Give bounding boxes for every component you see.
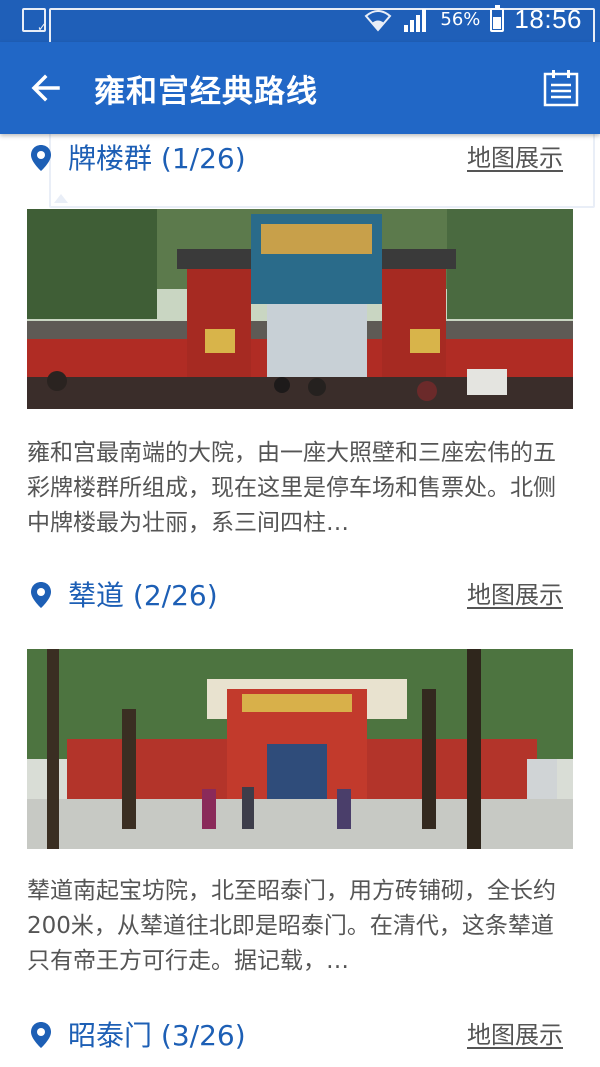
list-item[interactable]: 昭泰门 (3/26) 地图展示: [0, 1011, 600, 1067]
list-item[interactable]: 辇道 (2/26) 地图展示 辇道南起宝坊院，北至昭泰门，用方砖铺砌，全长约20…: [0, 571, 600, 991]
spot-header: 牌楼群 (1/26) 地图展示: [0, 134, 600, 182]
battery-icon: [490, 4, 505, 32]
spot-title[interactable]: 辇道 (2/26): [68, 574, 218, 614]
spot-description: 辇道南起宝坊院，北至昭泰门，用方砖铺砌，全长约200米，从辇道往北即是昭泰门。在…: [27, 878, 556, 974]
status-bar: 56% 18:56: [0, 0, 600, 208]
back-button[interactable]: [26, 68, 66, 108]
spot-title[interactable]: 牌楼群 (1/26): [68, 137, 246, 177]
location-pin-icon: [31, 1022, 51, 1048]
path-photo: [27, 649, 573, 849]
spot-description: 雍和宫最南端的大院，由一座大照壁和三座宏伟的五彩牌楼群所组成，现在这里是停车场和…: [27, 440, 556, 536]
list-item[interactable]: 牌楼群 (1/26) 地图展示 雍和宫最南端的大院，由一座大照壁和三座宏伟的五彩…: [0, 134, 600, 554]
signal-icon: [404, 8, 427, 32]
spot-list[interactable]: 牌楼群 (1/26) 地图展示 雍和宫最南端的大院，由一座大照壁和三座宏伟的五彩…: [0, 134, 600, 1067]
battery-percentage: 56%: [440, 9, 481, 30]
archway-photo: [27, 209, 573, 409]
spot-header: 昭泰门 (3/26) 地图展示: [0, 1011, 600, 1059]
page-title: 雍和宫经典路线: [94, 74, 318, 110]
map-view-link[interactable]: 地图展示: [467, 575, 563, 610]
spot-photo[interactable]: [27, 649, 573, 849]
list-icon: [543, 70, 579, 107]
location-pin-icon: [31, 145, 51, 171]
clock: 18:56: [514, 4, 582, 34]
app-bar: 雍和宫经典路线: [0, 42, 600, 134]
map-view-link[interactable]: 地图展示: [467, 138, 563, 173]
map-view-link[interactable]: 地图展示: [467, 1015, 563, 1050]
location-pin-icon: [31, 582, 51, 608]
spot-photo[interactable]: [27, 209, 573, 409]
wifi-icon: [364, 9, 392, 32]
route-list-button[interactable]: [542, 68, 580, 108]
spot-header: 辇道 (2/26) 地图展示: [0, 571, 600, 619]
spot-title[interactable]: 昭泰门 (3/26): [68, 1014, 246, 1054]
arrow-left-icon: [31, 74, 60, 102]
download-done-icon: [22, 8, 47, 34]
